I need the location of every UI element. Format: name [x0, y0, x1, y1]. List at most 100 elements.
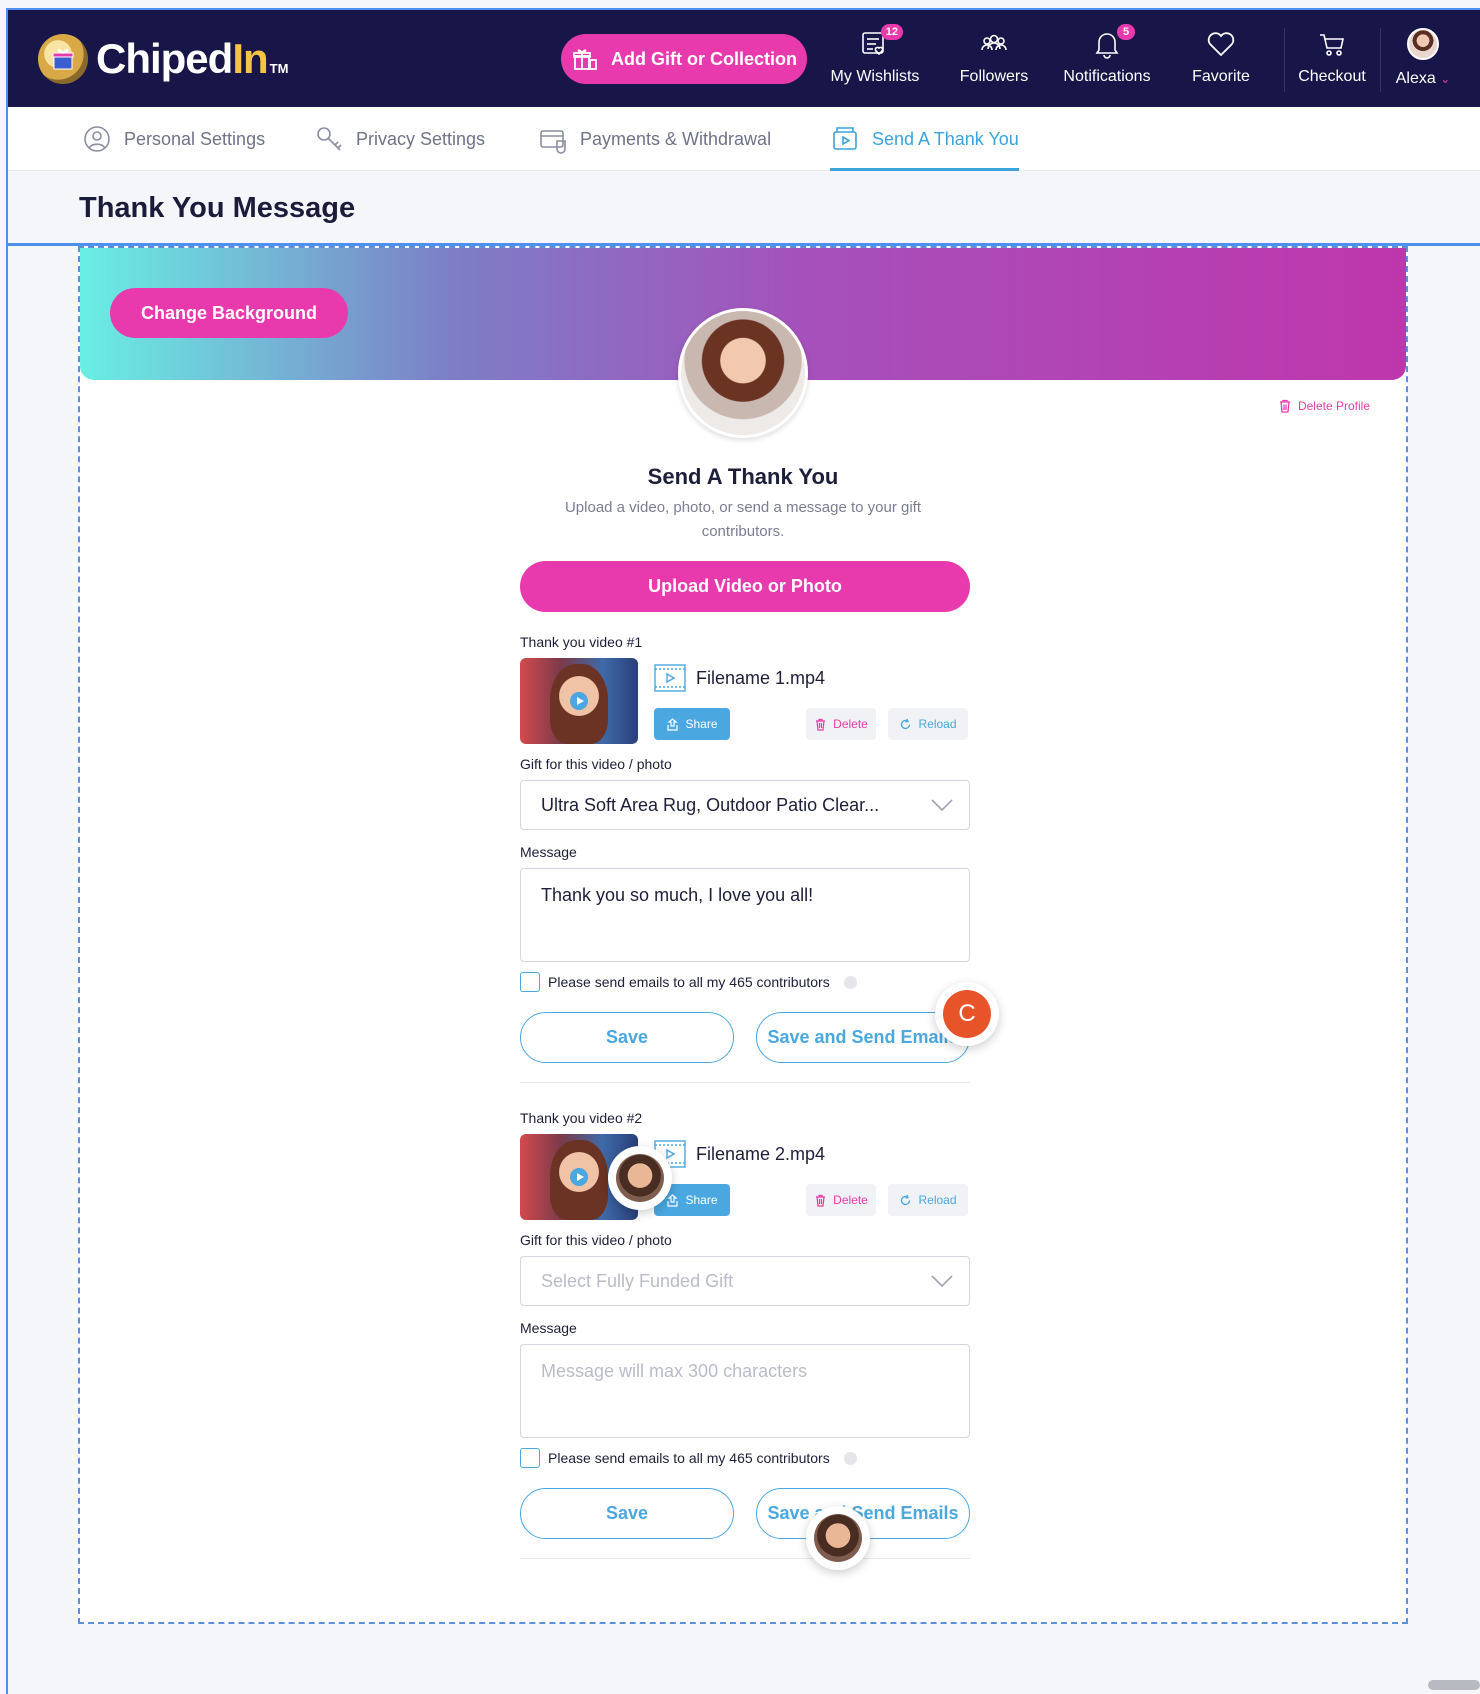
settings-tabs: Personal Settings Privacy Settings Payme… [8, 107, 1480, 171]
video-thumbnail[interactable] [520, 658, 638, 744]
reload-video-button[interactable]: Reload [888, 1184, 968, 1216]
nav-my-wishlists[interactable]: 12 My Wishlists [825, 24, 925, 94]
tab-label: Payments & Withdrawal [580, 128, 772, 149]
gift-select[interactable]: Select Fully Funded Gift [520, 1256, 970, 1306]
block-divider [520, 1558, 970, 1559]
share-icon [667, 1193, 679, 1207]
logo-gift-icon [38, 34, 88, 84]
delete-video-button[interactable]: Delete [806, 1184, 876, 1216]
send-emails-checkbox[interactable] [520, 972, 540, 992]
key-icon [317, 127, 342, 151]
collaborator-initial: C [943, 990, 991, 1038]
collaborator-photo [814, 1514, 862, 1562]
share-button[interactable]: Share [654, 708, 730, 740]
user-avatar [1407, 28, 1439, 60]
horizontal-scrollbar-thumb[interactable] [1428, 1680, 1480, 1690]
wishlist-count-badge: 12 [880, 24, 903, 40]
chevron-down-icon [931, 799, 953, 812]
gift-select-placeholder: Select Fully Funded Gift [541, 1270, 734, 1291]
add-gift-or-collection-button[interactable]: Add Gift or Collection [561, 34, 807, 84]
wishlist-icon: 12 [859, 24, 903, 60]
add-gift-label: Add Gift or Collection [611, 48, 797, 69]
logo-wordmark: ChipedIn [96, 35, 269, 82]
video-label: Thank you video #1 [520, 634, 643, 650]
delete-label: Delete [833, 717, 868, 731]
collaborator-avatar-c[interactable]: C [935, 982, 999, 1046]
collaborator-avatar[interactable] [608, 1146, 672, 1210]
message-textarea[interactable]: Thank you so much, I love you all! [520, 868, 970, 962]
tab-send-a-thank-you[interactable]: Send A Thank You [830, 107, 1019, 171]
save-button[interactable]: Save [520, 1488, 734, 1539]
reload-video-button[interactable]: Reload [888, 708, 968, 740]
tab-payments-withdrawal[interactable]: Payments & Withdrawal [538, 107, 771, 171]
gift-field-label: Gift for this video / photo [520, 756, 672, 772]
thank-you-video-2: Thank you video #2 Filename 2.mp4 Share … [520, 1110, 970, 1559]
delete-label: Delete [833, 1193, 868, 1207]
tab-privacy-settings[interactable]: Privacy Settings [314, 107, 485, 171]
profile-photo[interactable] [678, 308, 808, 438]
nav-divider [1380, 28, 1381, 92]
info-icon[interactable] [843, 975, 857, 989]
nav-checkout[interactable]: Checkout [1290, 28, 1374, 94]
gift-icon [573, 49, 597, 70]
nav-followers[interactable]: Followers [944, 28, 1044, 94]
collaborator-avatar[interactable] [806, 1506, 870, 1570]
logo-trademark: TM [269, 60, 289, 76]
share-label: Share [685, 717, 718, 731]
share-icon [667, 717, 679, 731]
nav-favorite[interactable]: Favorite [1176, 28, 1266, 94]
thank-you-card: Change Background Delete Profile Send A … [78, 246, 1408, 1624]
selection-border [6, 8, 8, 1694]
play-icon [570, 1168, 588, 1186]
nav-label: Checkout [1298, 68, 1366, 85]
wallet-icon [540, 130, 566, 154]
video-file-icon [654, 664, 686, 692]
section-subtitle: Upload a video, photo, or send a message… [564, 499, 922, 540]
tab-personal-settings[interactable]: Personal Settings [82, 107, 265, 171]
nav-label: Notifications [1063, 68, 1151, 85]
video-filename: Filename 1.mp4 [696, 668, 826, 688]
followers-icon [978, 28, 1010, 60]
nav-label: My Wishlists [830, 68, 920, 85]
delete-profile-link[interactable]: Delete Profile [1278, 399, 1370, 413]
nav-notifications[interactable]: 5 Notifications [1052, 24, 1162, 94]
gift-select-value: Ultra Soft Area Rug, Outdoor Patio Clear… [541, 794, 880, 815]
send-emails-label: Please send emails to all my 465 contrib… [548, 974, 830, 990]
send-emails-option: Please send emails to all my 465 contrib… [520, 1448, 857, 1468]
video-filename: Filename 2.mp4 [696, 1144, 826, 1164]
notifications-count-badge: 5 [1117, 24, 1135, 40]
tab-label: Personal Settings [124, 128, 266, 149]
chevron-down-icon: ⌄ [1440, 72, 1451, 86]
cart-icon [1316, 28, 1348, 60]
video-label: Thank you video #2 [520, 1110, 643, 1126]
gift-select[interactable]: Ultra Soft Area Rug, Outdoor Patio Clear… [520, 780, 970, 830]
video-message-icon [833, 127, 857, 150]
user-menu[interactable]: Alexa ⌄ [1388, 28, 1458, 94]
upload-video-or-photo-button[interactable]: Upload Video or Photo [520, 561, 970, 612]
play-icon [570, 692, 588, 710]
chevron-down-icon [931, 1275, 953, 1288]
page-title: Thank You Message [79, 192, 356, 224]
info-icon[interactable] [843, 1451, 857, 1465]
send-emails-option: Please send emails to all my 465 contrib… [520, 972, 857, 992]
bell-icon: 5 [1091, 24, 1135, 60]
tab-label: Send A Thank You [872, 128, 1019, 149]
collaborator-photo [616, 1154, 664, 1202]
save-button[interactable]: Save [520, 1012, 734, 1063]
user-circle-icon [84, 126, 110, 152]
delete-video-button[interactable]: Delete [806, 708, 876, 740]
heart-icon [1205, 28, 1237, 60]
top-navigation-bar: ChipedIn TM Add Gift or Collection 12 My… [8, 8, 1480, 107]
delete-profile-label: Delete Profile [1297, 399, 1370, 413]
message-textarea[interactable]: Message will max 300 characters [520, 1344, 970, 1438]
reload-label: Reload [918, 1193, 957, 1207]
trash-icon [816, 1194, 826, 1207]
change-background-button[interactable]: Change Background [110, 288, 348, 338]
chipedin-logo[interactable]: ChipedIn TM [38, 34, 288, 84]
message-field-label: Message [520, 844, 577, 860]
message-field-label: Message [520, 1320, 577, 1336]
gift-field-label: Gift for this video / photo [520, 1232, 672, 1248]
send-emails-checkbox[interactable] [520, 1448, 540, 1468]
block-divider [520, 1082, 970, 1083]
section-heading: Send A Thank You [647, 464, 839, 489]
